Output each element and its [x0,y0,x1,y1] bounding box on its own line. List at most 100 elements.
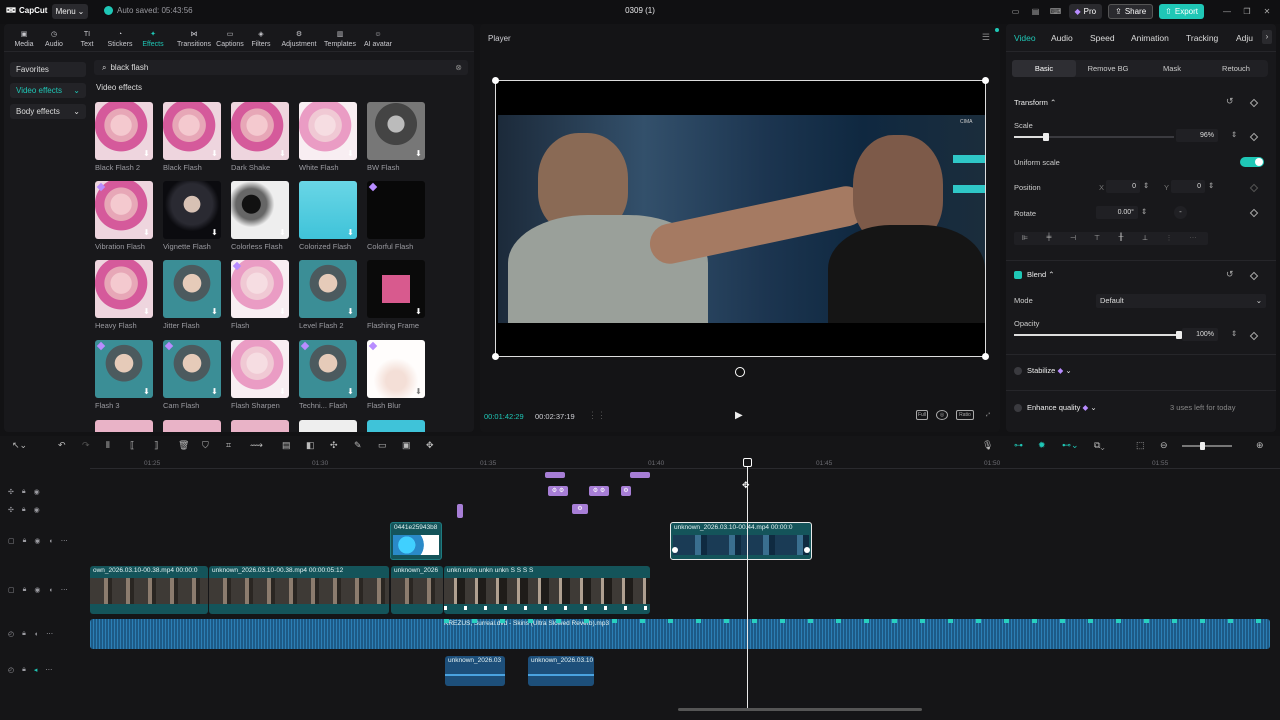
resize-handle[interactable] [492,353,499,360]
effect-item[interactable]: ⬇ Flashing Frame [367,260,425,330]
align-center-icon[interactable]: ╪ [1044,234,1054,243]
effect-item[interactable]: ⬇ White Flash [299,102,357,172]
effect-item[interactable]: ⬇ Dark Shake [231,102,289,172]
menu-button[interactable]: Menu ⌄ [52,4,88,19]
clip-handle[interactable] [672,547,678,553]
download-icon[interactable]: ⬇ [142,149,151,158]
share-button[interactable]: ⇪ Share [1108,4,1154,19]
opacity-slider[interactable] [1014,331,1182,339]
magnet-icon[interactable]: ✹ [1038,440,1046,451]
tab-animation[interactable]: Animation [1131,33,1169,43]
stepper-icon[interactable]: ⇕ [1141,207,1147,216]
scale-slider[interactable] [1014,133,1174,141]
tab-audio[interactable]: Audio [1051,33,1073,43]
reset-icon[interactable]: ↺ [1226,96,1234,107]
download-icon[interactable]: ⬇ [414,307,423,316]
tab-adjustment[interactable]: ⚙ Adjustment [278,28,320,48]
trim-right-icon[interactable]: ⟧ [154,440,158,451]
download-icon[interactable]: ⬇ [142,307,151,316]
time-ruler[interactable]: 01:25 01:30 01:35 01:40 01:45 01:50 01:5… [90,457,1280,469]
stepper-icon[interactable]: ⇕ [1231,130,1237,139]
search-input[interactable]: black flash [110,63,148,72]
zoom-out-icon[interactable]: ⊖ [1160,440,1168,451]
pos-y-input[interactable]: 0 [1171,180,1205,193]
effect-item[interactable]: ⬇ Jitter Flash [163,260,221,330]
tab-stickers[interactable]: ◔ Stickers [102,28,138,49]
align-top-icon[interactable]: ⊤ [1092,234,1102,243]
effect-clip[interactable] [545,472,565,478]
playhead-handle[interactable] [743,458,752,467]
video-clip-group[interactable]: unkn unkn unkn unkn S S S S [444,566,650,614]
freeze-icon[interactable]: ▤ [282,440,291,451]
align-middle-icon[interactable]: ╫ [1116,234,1126,243]
ratio-button[interactable]: Ratio [956,410,974,420]
speaker-icon[interactable]: ◖ [48,587,52,594]
speed-curve-icon[interactable]: ⟿ [250,440,263,451]
more-icon[interactable]: ⋯ [61,537,68,545]
download-icon[interactable]: ⬇ [210,307,219,316]
tab-video[interactable]: Video [1014,33,1036,43]
zoom-slider-knob[interactable] [1200,442,1205,450]
eye-icon[interactable]: ◉ [34,506,40,514]
shortcut-icon[interactable]: ⌨ [1049,5,1063,19]
resize-handle[interactable] [982,353,989,360]
display-icon[interactable]: ▭ [1009,5,1023,19]
keyframe-icon[interactable] [1249,183,1259,193]
wand-icon[interactable]: ✎ [354,440,362,451]
keyframe-icon[interactable] [1249,98,1259,108]
reset-icon[interactable]: ↺ [1226,269,1234,280]
link-clips-icon[interactable]: ⊶ [1014,440,1023,451]
audio-clip[interactable]: unknown_2026.03 [445,656,505,686]
effect-clip[interactable] [630,472,650,478]
tab-templates[interactable]: ▥ Templates [320,28,360,48]
effect-item[interactable]: ⬇ Techni... Flash [299,340,357,410]
align-bottom-icon[interactable]: ⊥ [1140,234,1150,243]
effect-clip[interactable]: ⚙ ⚙ [548,486,568,496]
align-right-icon[interactable]: ⊣ [1068,234,1078,243]
effect-item[interactable]: ⬇ Level Flash 2 [299,260,357,330]
lock-icon[interactable]: 🔒︎ [22,630,26,638]
download-icon[interactable]: ⬇ [278,149,287,158]
smart-cut-icon[interactable]: ✥ [426,440,434,451]
video-clip[interactable]: unknown_2026 [391,566,443,614]
download-icon[interactable]: ⬇ [346,387,355,396]
scale-slider-knob[interactable] [1043,133,1049,141]
download-icon[interactable]: ⬇ [210,387,219,396]
keyframe-icon[interactable] [1249,132,1259,142]
download-icon[interactable]: ⬇ [414,387,423,396]
video-clip[interactable]: unknown_2026.03.10-00.38.mp4 00:00:05:12 [209,566,389,614]
mode-select[interactable]: Default ⌄ [1096,294,1266,308]
zoom-icon[interactable]: ◎ [936,410,948,420]
rotate-input[interactable]: 0.00° [1096,206,1138,219]
layout-icon[interactable]: ▤ [1029,5,1043,19]
effect-item[interactable]: ⬇ Vibration Flash [95,181,153,251]
scale-value[interactable]: 96% [1176,129,1218,142]
split-icon[interactable]: ⫴ [106,440,110,451]
resize-handle[interactable] [982,77,989,84]
category-video-effects[interactable]: Video effects ⌄ [10,83,86,98]
effect-item[interactable]: ⬇ Black Flash 2 [95,102,153,172]
clear-icon[interactable]: ⊗ [455,63,462,72]
subtab-retouch[interactable]: Retouch [1204,60,1268,77]
fullscreen-icon[interactable]: ⤢ [982,410,994,420]
keyframe-icon[interactable] [1249,208,1259,218]
pro-button[interactable]: ◆ Pro [1068,4,1103,19]
tab-speed[interactable]: Speed [1090,33,1115,43]
uniform-scale-toggle[interactable] [1240,157,1264,167]
crop-icon[interactable]: ⌗ [226,440,231,451]
download-icon[interactable]: ⬇ [142,387,151,396]
effect-item[interactable]: ⬇ Flash Blur [367,340,425,410]
keyframe-icon[interactable] [1249,271,1259,281]
download-icon[interactable]: ⬇ [414,149,423,158]
eye-icon[interactable]: ◉ [34,488,40,496]
lock-icon[interactable]: 🔒︎ [22,488,26,496]
effect-item[interactable]: ⬇ Colorless Flash [231,181,289,251]
play-icon[interactable]: ▶ [735,410,743,421]
effect-item[interactable]: ⬇ Vignette Flash [163,181,221,251]
download-icon[interactable]: ⬇ [278,387,287,396]
pos-x-input[interactable]: 0 [1106,180,1140,193]
effect-clip[interactable] [457,504,463,518]
download-icon[interactable]: ⬇ [346,228,355,237]
effect-item[interactable]: ⬇ Cam Flash [163,340,221,410]
effect-clip[interactable]: ⚙ [572,504,588,514]
